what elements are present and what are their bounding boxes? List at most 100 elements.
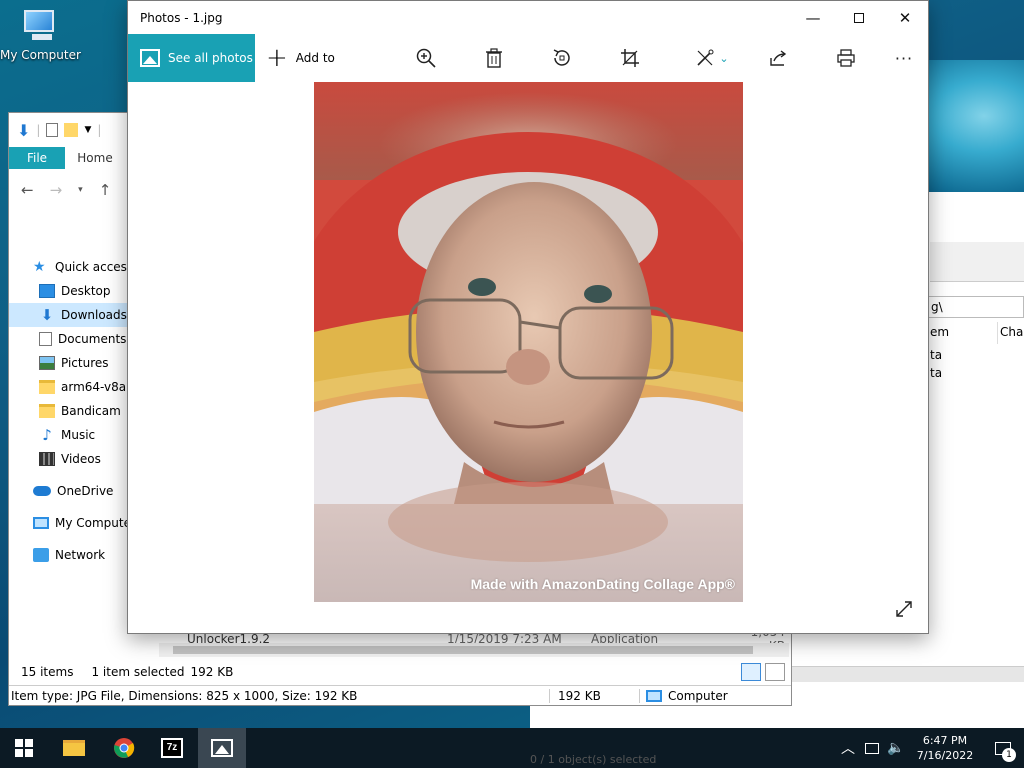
trash-icon bbox=[486, 48, 502, 68]
crop-button[interactable] bbox=[618, 46, 642, 70]
selected-count: 1 item selected bbox=[91, 665, 185, 679]
download-arrow-icon[interactable]: ⬇ bbox=[17, 121, 30, 140]
chevron-up-icon[interactable]: ︿ bbox=[836, 738, 860, 758]
computer-icon bbox=[22, 8, 58, 44]
background-address[interactable]: g\ bbox=[928, 296, 1024, 318]
network-icon[interactable] bbox=[865, 742, 879, 754]
nav-desktop[interactable]: Desktop bbox=[9, 279, 129, 303]
details-size: 192 KB bbox=[549, 688, 639, 703]
nav-network[interactable]: Network bbox=[9, 543, 129, 567]
nav-label: Documents bbox=[58, 332, 127, 346]
chevron-down-icon: ⌄ bbox=[719, 51, 729, 65]
nav-music[interactable]: ♪ Music bbox=[9, 423, 129, 447]
start-button[interactable] bbox=[0, 728, 48, 768]
details-location: Computer bbox=[639, 688, 789, 703]
background-cell: ta bbox=[930, 348, 943, 362]
nav-label: Downloads bbox=[61, 308, 127, 322]
background-status-text: 0 / 1 object(s) selected bbox=[530, 753, 657, 766]
large-icons-view-button[interactable] bbox=[765, 663, 785, 681]
nav-arm64[interactable]: arm64-v8a bbox=[9, 375, 129, 399]
background-scrollbar[interactable] bbox=[790, 666, 1024, 682]
new-folder-icon[interactable] bbox=[64, 123, 79, 137]
back-arrow-icon[interactable]: ← bbox=[21, 181, 34, 199]
background-column-charact[interactable]: Charact bbox=[998, 322, 1024, 344]
horizontal-scrollbar[interactable] bbox=[159, 643, 789, 657]
share-icon bbox=[770, 50, 787, 66]
tab-home[interactable]: Home bbox=[65, 147, 125, 169]
clock[interactable]: 6:47 PM 7/16/2022 bbox=[908, 733, 982, 763]
nav-label: Videos bbox=[61, 452, 101, 466]
notification-badge: 1 bbox=[1002, 748, 1016, 762]
chrome-icon bbox=[114, 738, 135, 758]
navigation-pane: ★ Quick access Desktop ⬇ Downloads Documen… bbox=[9, 255, 136, 567]
nav-quick-access[interactable]: ★ Quick access bbox=[9, 255, 133, 279]
taskbar-7zip[interactable]: 7z bbox=[148, 728, 196, 768]
photo-image[interactable]: Made with AmazonDating Collage App® bbox=[314, 82, 743, 602]
add-to-button[interactable]: + Add to bbox=[266, 34, 335, 82]
nav-documents[interactable]: Documents bbox=[9, 327, 129, 351]
document-icon bbox=[39, 332, 52, 346]
desktop-icon-my-computer[interactable]: My Computer bbox=[0, 8, 81, 62]
photo-gallery-icon bbox=[140, 49, 160, 67]
title-bar[interactable]: Photos - 1.jpg — ✕ bbox=[128, 1, 928, 34]
nav-label: Network bbox=[55, 548, 106, 562]
nav-pictures[interactable]: Pictures bbox=[9, 351, 129, 375]
window-controls: — ✕ bbox=[790, 1, 928, 34]
nav-my-computer[interactable]: My Computer bbox=[9, 511, 136, 535]
nav-downloads[interactable]: ⬇ Downloads bbox=[9, 303, 129, 327]
volume-icon[interactable]: 🔈 bbox=[884, 740, 908, 756]
nav-onedrive[interactable]: OneDrive bbox=[9, 479, 129, 503]
nav-label: OneDrive bbox=[57, 484, 114, 498]
taskbar-file-explorer[interactable] bbox=[50, 728, 98, 768]
zoom-in-button[interactable] bbox=[414, 46, 438, 70]
background-column-item[interactable]: em bbox=[928, 322, 998, 344]
taskbar: 7z ︿ 🔈 6:47 PM 7/16/2022 1 bbox=[0, 728, 1024, 768]
expand-icon bbox=[896, 601, 912, 617]
minimize-button[interactable]: — bbox=[790, 1, 836, 34]
up-arrow-icon[interactable]: ↑ bbox=[99, 181, 112, 199]
film-icon bbox=[39, 452, 55, 466]
location-label: Computer bbox=[668, 688, 728, 703]
chevron-down-icon[interactable]: ▼ bbox=[84, 125, 91, 135]
folder-icon bbox=[39, 380, 55, 394]
taskbar-photos[interactable] bbox=[198, 728, 246, 768]
notification-center-button[interactable]: 1 bbox=[982, 728, 1024, 768]
quick-access-toolbar: ⬇ | ▼ | bbox=[17, 120, 102, 140]
plus-icon: + bbox=[266, 43, 288, 73]
chevron-down-icon[interactable]: ▾ bbox=[78, 185, 83, 195]
item-details: Item type: JPG File, Dimensions: 825 x 1… bbox=[11, 688, 358, 703]
desktop-icon bbox=[39, 284, 55, 298]
nav-label: Bandicam bbox=[61, 404, 121, 418]
view-buttons bbox=[741, 663, 785, 681]
nav-bandicam[interactable]: Bandicam bbox=[9, 399, 129, 423]
cloud-icon bbox=[33, 486, 51, 496]
clock-date: 7/16/2022 bbox=[916, 749, 974, 762]
nav-videos[interactable]: Videos bbox=[9, 447, 129, 471]
taskbar-chrome[interactable] bbox=[100, 728, 148, 768]
details-view-button[interactable] bbox=[741, 663, 761, 681]
music-note-icon: ♪ bbox=[42, 426, 52, 444]
navigation-buttons: ← → ▾ ↑ ⬇ bbox=[9, 173, 140, 207]
forward-arrow-icon[interactable]: → bbox=[50, 181, 63, 199]
maximize-button[interactable] bbox=[836, 1, 882, 34]
close-button[interactable]: ✕ bbox=[882, 1, 928, 34]
nav-label: arm64-v8a bbox=[61, 380, 127, 394]
share-button[interactable] bbox=[766, 46, 790, 70]
properties-icon[interactable] bbox=[46, 123, 59, 137]
full-screen-button[interactable] bbox=[894, 599, 914, 619]
scrollbar-thumb[interactable] bbox=[173, 646, 753, 654]
rotate-icon bbox=[553, 49, 570, 66]
see-all-photos-button[interactable]: See all photos bbox=[128, 34, 255, 82]
rotate-button[interactable] bbox=[550, 46, 574, 70]
more-options-button[interactable]: ··· bbox=[892, 46, 916, 70]
zoom-icon bbox=[416, 48, 436, 68]
see-all-photos-label: See all photos bbox=[168, 51, 253, 65]
delete-button[interactable] bbox=[482, 46, 506, 70]
print-button[interactable] bbox=[834, 46, 858, 70]
edit-create-button[interactable]: ⌄ bbox=[690, 46, 734, 70]
nav-label: Quick access bbox=[55, 260, 134, 274]
nav-label: My Computer bbox=[55, 516, 136, 530]
photos-window: Photos - 1.jpg — ✕ See all photos + Add … bbox=[127, 0, 929, 634]
tab-file[interactable]: File bbox=[9, 147, 65, 169]
folder-icon bbox=[39, 404, 55, 418]
